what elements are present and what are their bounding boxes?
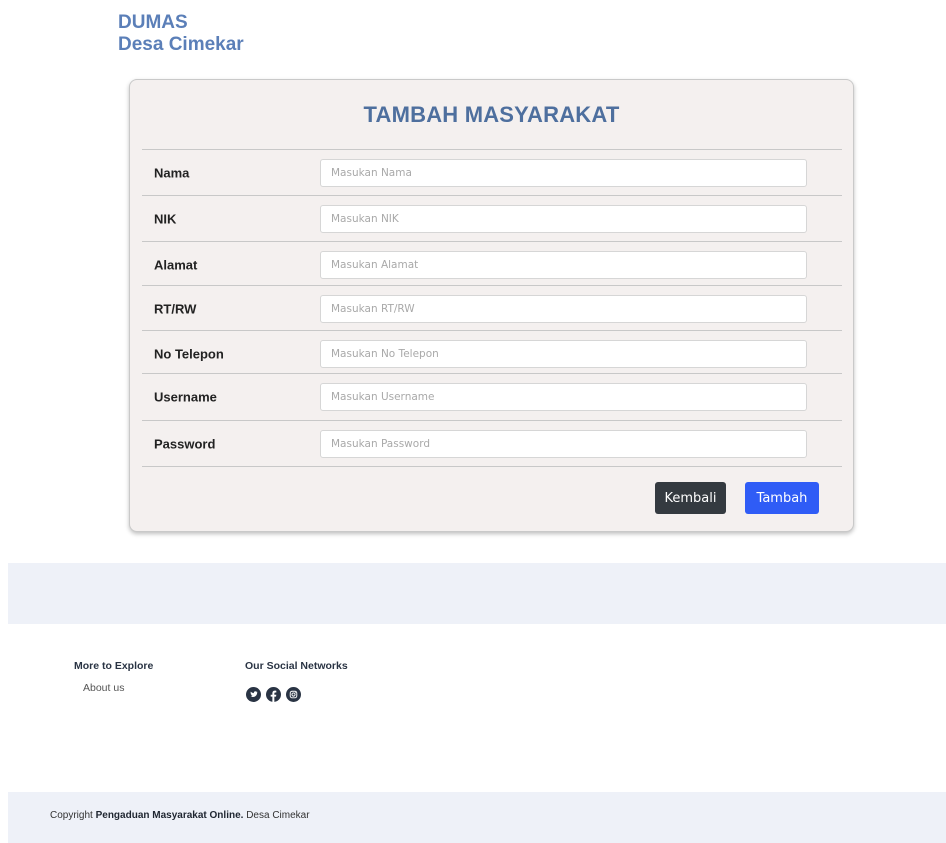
field-row-nik: NIK: [142, 196, 842, 241]
field-row-password: Password: [142, 421, 842, 466]
field-label-rtrw: RT/RW: [154, 301, 197, 316]
footer-explore: More to Explore About us: [74, 660, 154, 694]
copyright-suffix: Desa Cimekar: [246, 810, 310, 821]
password-input[interactable]: [320, 429, 807, 458]
rtrw-input[interactable]: [320, 294, 807, 323]
telepon-input[interactable]: [320, 339, 807, 368]
form-title: TAMBAH MASYARAKAT: [363, 102, 620, 127]
add-button[interactable]: Tambah: [745, 482, 819, 514]
copyright-prefix: Copyright: [50, 810, 93, 821]
brand-logo[interactable]: DUMAS Desa Cimekar: [118, 12, 244, 56]
brand-subtitle: Desa Cimekar: [118, 34, 244, 55]
field-label-username: Username: [154, 389, 217, 405]
copyright-text: Copyright Pengaduan Masyarakat Online. D…: [50, 810, 310, 821]
add-citizen-form: TAMBAH MASYARAKAT Nama NIK Alamat RT/RW …: [129, 79, 854, 532]
twitter-icon[interactable]: [246, 687, 261, 707]
copyright-site-name: Pengaduan Masyarakat Online.: [95, 810, 244, 821]
footer-social: Our Social Networks: [245, 660, 348, 702]
field-label-telepon: No Telepon: [154, 346, 224, 361]
field-label-password: Password: [154, 436, 216, 451]
explore-heading: More to Explore: [74, 660, 154, 672]
instagram-icon[interactable]: [286, 687, 301, 707]
social-icons: [246, 687, 301, 707]
about-us-link[interactable]: About us: [83, 682, 124, 694]
field-row-rtrw: RT/RW: [142, 286, 842, 331]
field-label-nik: NIK: [154, 211, 177, 226]
nama-input[interactable]: [320, 158, 807, 187]
nik-input[interactable]: [320, 204, 807, 233]
username-input[interactable]: [320, 383, 807, 411]
copyright-bar: Copyright Pengaduan Masyarakat Online. D…: [8, 792, 946, 843]
field-row-username: Username: [142, 374, 842, 420]
field-label-nama: Nama: [154, 165, 190, 180]
back-button[interactable]: Kembali: [655, 482, 726, 514]
social-heading: Our Social Networks: [245, 660, 348, 672]
brand-name: DUMAS: [118, 12, 188, 33]
field-row-nama: Nama: [142, 150, 842, 195]
row-divider: [142, 466, 842, 467]
footer-band: [8, 563, 946, 624]
facebook-icon[interactable]: [266, 687, 281, 707]
alamat-input[interactable]: [320, 250, 807, 279]
field-row-telepon: No Telepon: [142, 331, 842, 376]
field-label-alamat: Alamat: [154, 257, 198, 272]
field-row-alamat: Alamat: [142, 242, 842, 287]
